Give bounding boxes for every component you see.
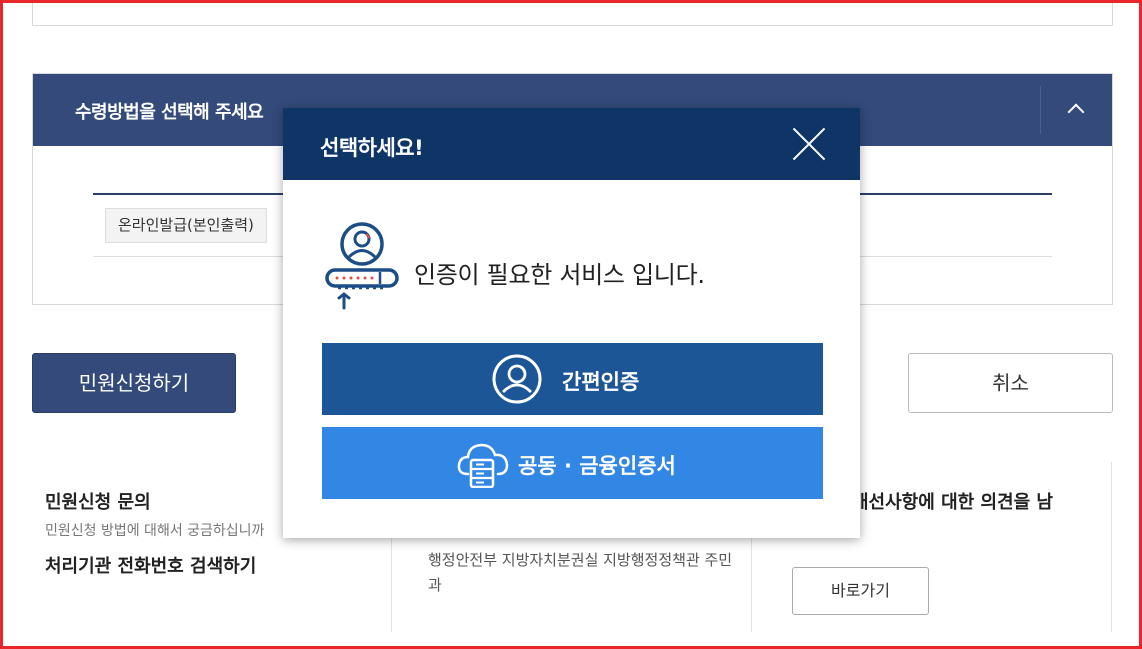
inquiry-description: 민원신청 방법에 대해서 궁금하십니까: [45, 523, 265, 539]
top-content-box: [32, 0, 1113, 26]
apply-button[interactable]: 민원신청하기: [32, 353, 236, 413]
close-icon[interactable]: [790, 125, 828, 163]
chevron-up-icon: [1067, 103, 1085, 121]
cancel-button[interactable]: 취소: [908, 353, 1113, 413]
feedback-title: 개선사항에 대한 의견을 남: [852, 492, 1053, 513]
collapse-toggle-button[interactable]: [1040, 86, 1112, 134]
person-icon: [492, 354, 542, 404]
section-title: 수령방법을 선택해 주세요: [75, 102, 264, 123]
certificate-auth-label: 공동 · 금융인증서: [518, 454, 676, 478]
auth-select-modal: 선택하세요! 인증이 필요한 서비스 입니다. 간편인증 공동 · 금융인증서: [283, 108, 860, 538]
cloud-server-icon: [457, 443, 509, 488]
go-button[interactable]: 바로가기: [792, 567, 929, 615]
modal-title: 선택하세요!: [320, 136, 424, 160]
modal-header: 선택하세요!: [283, 108, 860, 180]
inquiry-title: 민원신청 문의: [45, 492, 151, 513]
certificate-auth-button[interactable]: 공동 · 금융인증서: [322, 427, 823, 499]
organization-name: 행정안전부 지방자치분권실 지방행정정책관 주민과: [428, 551, 733, 594]
auth-required-icon: [325, 222, 399, 310]
phone-search-link[interactable]: 처리기관 전화번호 검색하기: [45, 552, 256, 578]
method-option[interactable]: 온라인발급(본인출력): [105, 208, 267, 243]
simple-auth-button[interactable]: 간편인증: [322, 343, 823, 415]
auth-required-message: 인증이 필요한 서비스 입니다.: [414, 261, 705, 289]
simple-auth-label: 간편인증: [562, 370, 640, 394]
